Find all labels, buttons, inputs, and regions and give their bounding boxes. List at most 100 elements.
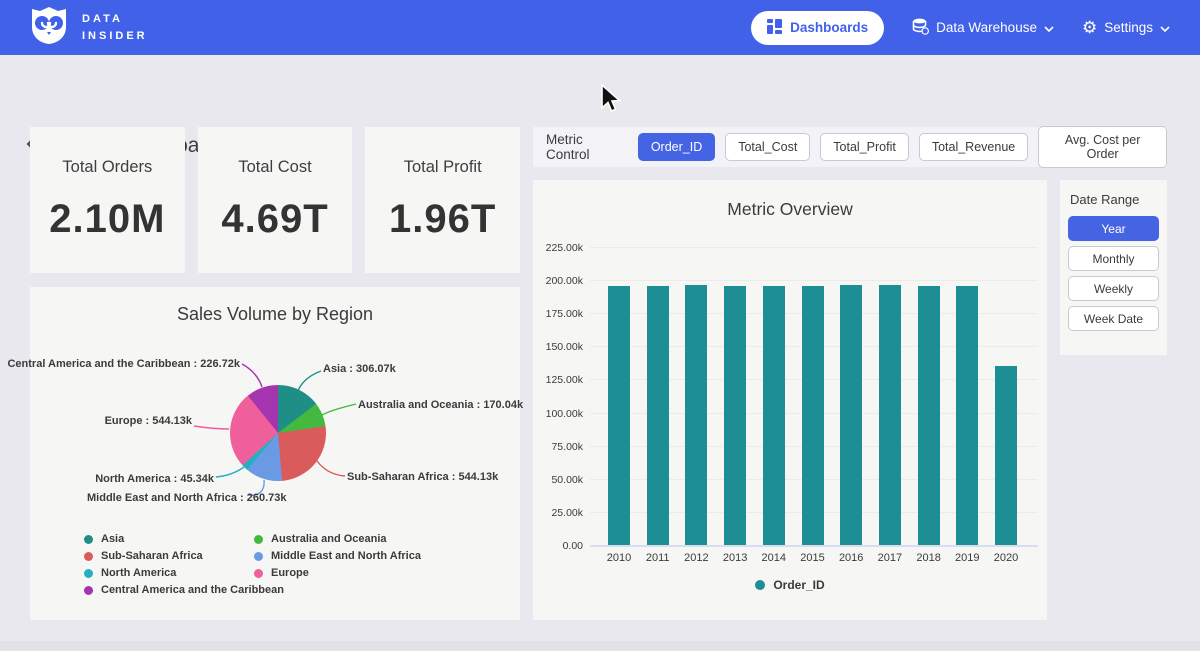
y-axis-tick: 225.00k (539, 242, 583, 254)
bar-chart-title: Metric Overview (533, 199, 1047, 220)
legend-label: Asia (101, 533, 124, 545)
legend-label: Middle East and North Africa (271, 550, 421, 562)
bar-2011[interactable] (647, 286, 669, 545)
brand-name: DATA INSIDER (82, 11, 148, 44)
bar-2010[interactable] (608, 286, 630, 545)
y-axis-tick: 75.00k (539, 441, 583, 453)
legend-label: Europe (271, 567, 309, 579)
bar-2012[interactable] (685, 285, 707, 545)
pie-label-australia-and-oceania: Australia and Oceania : 170.04k (358, 399, 523, 411)
x-axis-tick: 2011 (638, 552, 678, 564)
pie-label-middle-east-and-north-africa: Middle East and North Africa : 260.73k (87, 492, 286, 504)
metric-option-total-profit[interactable]: Total_Profit (820, 133, 909, 161)
metric-option-order-id[interactable]: Order_ID (638, 133, 715, 161)
pie-legend-item: Australia and Oceania (254, 533, 421, 545)
metric-control-bar: Metric Control Order_IDTotal_CostTotal_P… (533, 127, 1167, 167)
pie-label-north-america: North America : 45.34k (95, 473, 214, 485)
settings-menu[interactable]: ⚙ Settings (1082, 19, 1170, 36)
legend-label: Central America and the Caribbean (101, 584, 284, 596)
date-range-label: Date Range (1070, 192, 1159, 207)
date-range-option-year[interactable]: Year (1068, 216, 1159, 241)
owl-logo-icon (28, 5, 70, 50)
data-warehouse-menu[interactable]: Data Warehouse (912, 18, 1054, 38)
pie-leader-line (317, 461, 345, 476)
kpi-value: 2.10M (49, 197, 165, 242)
pie-leader-line (216, 467, 244, 477)
y-axis-tick: 25.00k (539, 507, 583, 519)
legend-dot (254, 569, 263, 578)
kpi-label: Total Cost (238, 158, 311, 177)
pie-chart-card: Sales Volume by Region Asia : 306.07kAus… (30, 287, 520, 620)
database-icon (912, 18, 929, 38)
bar-2019[interactable] (956, 286, 978, 545)
date-range-card: Date Range Year Monthly Weekly Week Date (1060, 180, 1167, 355)
date-range-option-week-date[interactable]: Week Date (1068, 306, 1159, 331)
kpi-value: 1.96T (389, 197, 496, 242)
y-axis-tick: 50.00k (539, 474, 583, 486)
legend-label: North America (101, 567, 176, 579)
gear-icon: ⚙ (1082, 19, 1097, 36)
x-axis-tick: 2019 (947, 552, 987, 564)
chevron-down-icon (1044, 20, 1054, 35)
chevron-down-icon (1160, 20, 1170, 35)
bar-chart-legend: Order_ID (533, 578, 1047, 592)
x-axis-tick: 2013 (715, 552, 755, 564)
pie-legend-item: Central America and the Caribbean (84, 584, 284, 596)
y-axis-tick: 175.00k (539, 308, 583, 320)
pie-chart[interactable] (230, 385, 326, 481)
bar-2015[interactable] (802, 286, 824, 545)
pie-chart-title: Sales Volume by Region (30, 304, 520, 325)
legend-dot (84, 569, 93, 578)
kpi-label: Total Profit (404, 158, 482, 177)
pie-label-central-america-and-the-caribbean: Central America and the Caribbean : 226.… (7, 358, 240, 370)
x-axis-tick: 2014 (754, 552, 794, 564)
date-range-option-monthly[interactable]: Monthly (1068, 246, 1159, 271)
x-axis-tick: 2018 (909, 552, 949, 564)
data-warehouse-label: Data Warehouse (936, 20, 1037, 35)
legend-dot (84, 586, 93, 595)
kpi-value: 4.69T (221, 197, 328, 242)
x-axis-tick: 2010 (599, 552, 639, 564)
y-axis-tick: 0.00 (539, 540, 583, 552)
date-range-buttons: Year Monthly Weekly Week Date (1068, 216, 1159, 331)
metric-option-total-cost[interactable]: Total_Cost (725, 133, 810, 161)
pie-label-europe: Europe : 544.13k (105, 415, 192, 427)
bar-2017[interactable] (879, 285, 901, 545)
bar-2018[interactable] (918, 286, 940, 545)
pie-leader-line (242, 364, 262, 387)
dashboards-button[interactable]: Dashboards (751, 11, 884, 45)
bar-2020[interactable] (995, 366, 1017, 545)
pie-leader-line (320, 404, 356, 416)
date-range-option-weekly[interactable]: Weekly (1068, 276, 1159, 301)
pie-legend-item: Europe (254, 567, 421, 579)
kpi-row: Total Orders 2.10M Total Cost 4.69T Total Pr… (30, 127, 520, 273)
y-axis-tick: 125.00k (539, 374, 583, 386)
gridline (590, 247, 1038, 248)
nav-actions: Dashboards Data Warehouse ⚙ Settings (751, 0, 1170, 55)
pie-legend-column-2: Australia and Oceania Middle East and Nor… (254, 533, 421, 579)
metric-option-avg-cost-per-order[interactable]: Avg. Cost per Order (1038, 126, 1167, 168)
legend-label: Sub-Saharan Africa (101, 550, 203, 562)
x-axis-tick: 2016 (831, 552, 871, 564)
bar-2016[interactable] (840, 285, 862, 545)
legend-dot (84, 552, 93, 561)
bar-2013[interactable] (724, 286, 746, 545)
kpi-card-1: Total Orders 2.10M (30, 127, 185, 273)
top-navbar: DATA INSIDER Dashboards (0, 0, 1200, 55)
pie-leader-line (194, 426, 229, 429)
x-axis-tick: 2017 (870, 552, 910, 564)
page-header: Sales Dashboard Add Filter Boost: Off (0, 55, 1200, 120)
legend-dot (254, 552, 263, 561)
kpi-label: Total Orders (62, 158, 152, 177)
legend-label: Australia and Oceania (271, 533, 387, 545)
x-axis-tick: 2015 (793, 552, 833, 564)
metric-option-total-revenue[interactable]: Total_Revenue (919, 133, 1028, 161)
kpi-card-3: Total Profit 1.96T (365, 127, 520, 273)
bar-2014[interactable] (763, 286, 785, 545)
footer-strip (0, 641, 1200, 651)
kpi-card-2: Total Cost 4.69T (198, 127, 353, 273)
y-axis-tick: 100.00k (539, 408, 583, 420)
gridline (590, 280, 1038, 281)
legend-dot (755, 580, 765, 590)
pie-label-sub-saharan-africa: Sub-Saharan Africa : 544.13k (347, 471, 498, 483)
